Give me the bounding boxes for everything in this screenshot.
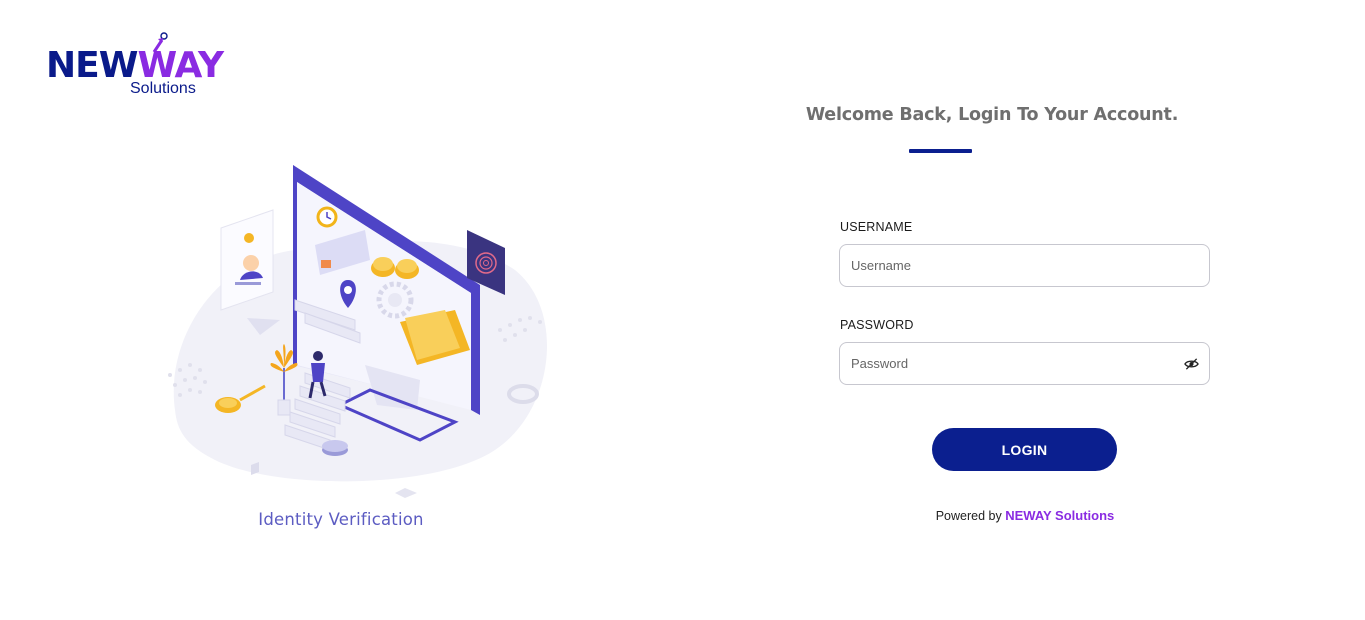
logo-arrow-icon [152, 32, 168, 53]
password-field-wrapper [839, 342, 1210, 385]
password-input[interactable] [840, 343, 1209, 384]
logo-word-new: NEW [46, 45, 138, 86]
powered-by: Powered by NEWAY Solutions [880, 508, 1170, 523]
password-label: PASSWORD [840, 318, 914, 332]
illustration-caption: Identity Verification [258, 510, 424, 529]
username-input[interactable] [840, 245, 1209, 286]
powered-by-brand: NEWAY Solutions [1005, 508, 1115, 523]
heading-underline [909, 149, 972, 153]
powered-by-prefix: Powered by [935, 509, 1006, 523]
brand-logo: NEWWAY Solutions [46, 32, 226, 100]
username-label: USERNAME [840, 220, 913, 234]
username-field-wrapper [839, 244, 1210, 287]
logo-subtitle: Solutions [130, 80, 196, 97]
login-button[interactable]: LOGIN [932, 428, 1117, 471]
welcome-heading: Welcome Back, Login To Your Account. [805, 105, 1179, 125]
identity-verification-illustration [168, 165, 548, 498]
eye-slash-icon[interactable] [1184, 357, 1199, 371]
